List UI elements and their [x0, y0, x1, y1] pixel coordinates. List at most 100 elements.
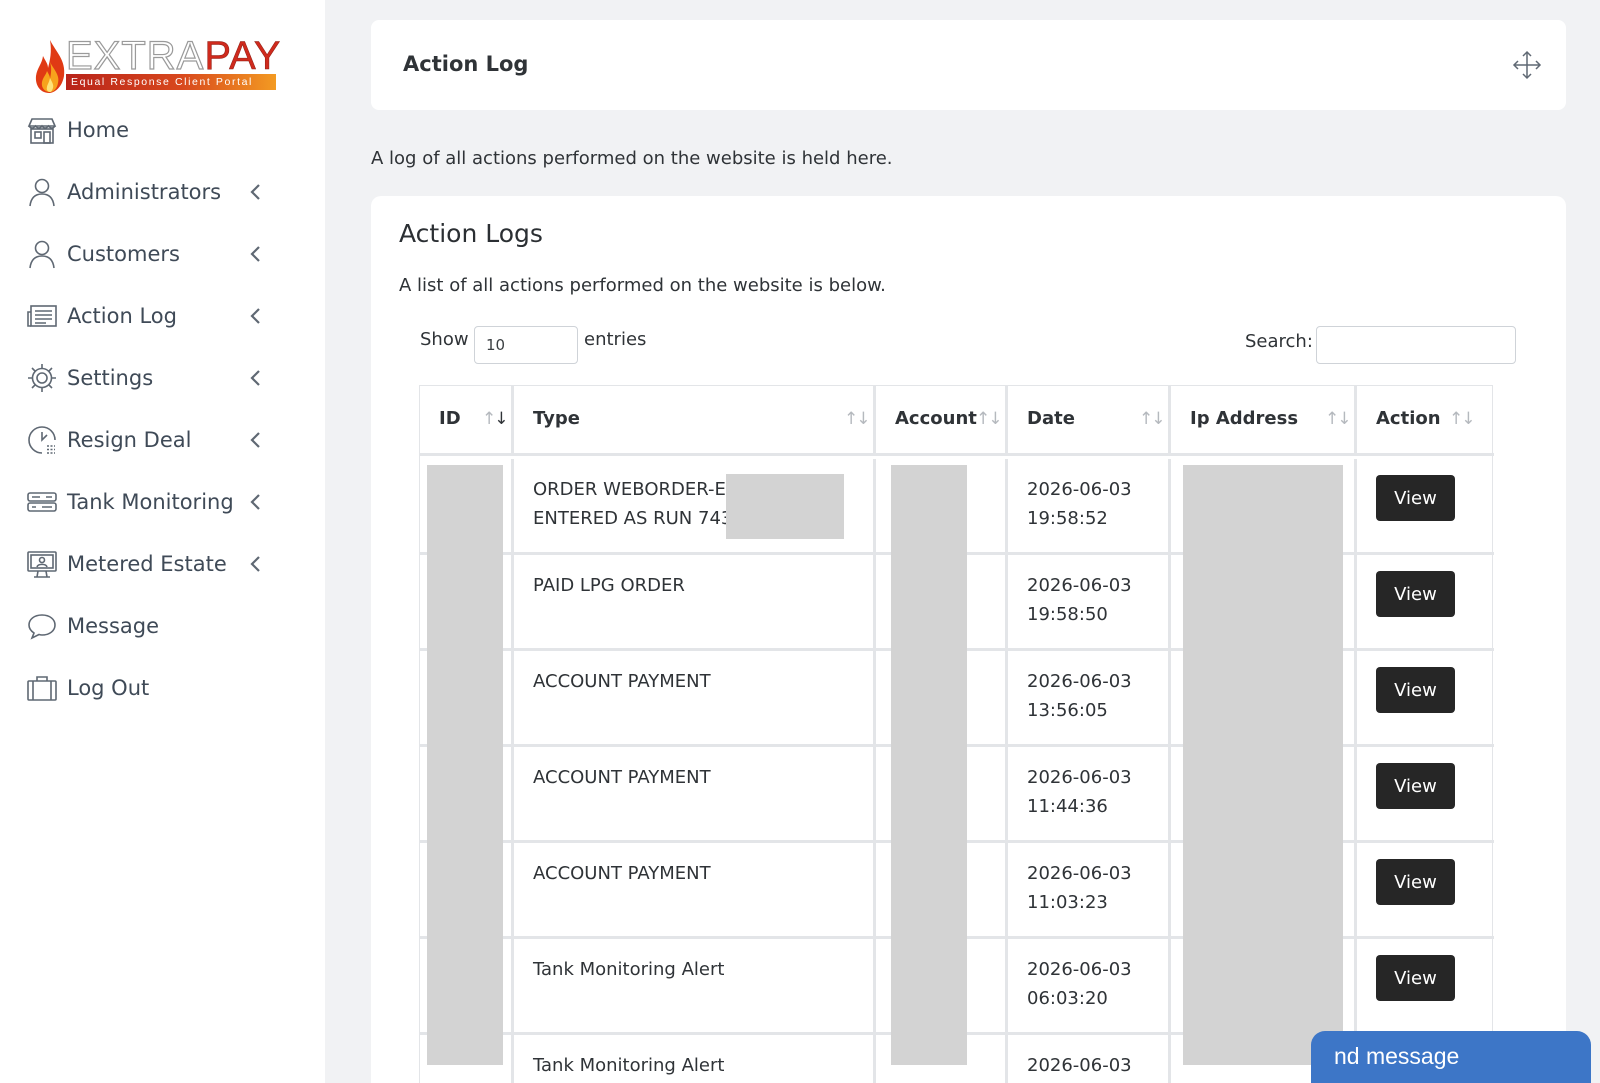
sidebar-item-label: Action Log: [67, 304, 177, 328]
sidebar-item-administrators[interactable]: Administrators: [0, 164, 325, 220]
tank-icon: [27, 492, 57, 512]
sidebar-item-label: Message: [67, 614, 160, 638]
date-value: 2026-06-03: [1027, 959, 1132, 980]
action-logs-panel: Action Logs A list of all actions perfor…: [371, 196, 1566, 1083]
sort-icon: ↑↓: [844, 409, 870, 429]
sidebar-item-label: Resign Deal: [67, 428, 192, 452]
view-button[interactable]: View: [1376, 859, 1455, 905]
cell-date: 2026-06-03 11:44:36: [1008, 747, 1171, 840]
type-text: ACCOUNT PAYMENT: [533, 859, 711, 888]
sidebar-item-label: Administrators: [67, 180, 222, 204]
view-button[interactable]: View: [1376, 667, 1455, 713]
column-header-date[interactable]: Date ↑↓: [1008, 386, 1171, 453]
type-line-1: Tank Monitoring Alert: [533, 959, 725, 980]
search-label: Search:: [1245, 331, 1313, 352]
cell-action: View: [1357, 651, 1494, 744]
monitor-icon: [27, 551, 57, 578]
send-message-button[interactable]: nd message: [1311, 1031, 1591, 1083]
sidebar-item-metered-estate[interactable]: Metered Estate: [0, 536, 325, 592]
redacted-order-number: [726, 474, 844, 539]
date-text: 2026-06-03: [1027, 1051, 1132, 1080]
page-title: Action Log: [403, 52, 529, 76]
sidebar-item-label: Home: [67, 118, 130, 142]
date-value: 2026-06-03: [1027, 863, 1132, 884]
view-button[interactable]: View: [1376, 571, 1455, 617]
type-line-1: PAID LPG ORDER: [533, 575, 685, 596]
panel-subtitle: A list of all actions performed on the w…: [399, 275, 886, 296]
date-value: 2026-06-03: [1027, 767, 1132, 788]
sidebar-item-settings[interactable]: Settings: [0, 350, 325, 406]
type-line-1: ACCOUNT PAYMENT: [533, 767, 711, 788]
sidebar-item-label: Settings: [67, 366, 154, 390]
user-icon: [29, 178, 55, 207]
sidebar-item-label: Tank Monitoring: [67, 490, 234, 514]
column-header-action[interactable]: Action ↑↓: [1357, 386, 1494, 453]
page-length-select[interactable]: [474, 326, 578, 364]
cell-action: View: [1357, 459, 1494, 552]
sidebar-item-label: Customers: [67, 242, 180, 266]
column-header-id[interactable]: ID ↑↓: [420, 386, 514, 453]
brand-logo[interactable]: EXTRAPAY Equal Response Client Portal: [32, 33, 281, 94]
chevron-left-icon: [250, 370, 260, 386]
action-logs-table: ID ↑↓ Type ↑↓ Account ↑↓ Date ↑↓ Ip Addr…: [419, 385, 1494, 1083]
date-value: 2026-06-03: [1027, 575, 1132, 596]
cell-type: PAID LPG ORDER: [514, 555, 876, 648]
sidebar-item-label: Metered Estate: [67, 552, 227, 576]
newspaper-icon: [27, 305, 57, 327]
sidebar-item-message[interactable]: Message: [0, 598, 325, 654]
sidebar-item-log-out[interactable]: Log Out: [0, 660, 325, 716]
cell-action: View: [1357, 843, 1494, 936]
column-header-ip-address[interactable]: Ip Address ↑↓: [1171, 386, 1357, 453]
search-input[interactable]: [1316, 326, 1516, 364]
type-line-2: ENTERED AS RUN 743: [533, 508, 733, 529]
sidebar-item-home[interactable]: Home: [0, 102, 325, 158]
gear-icon: [28, 364, 56, 392]
type-line-1: ORDER WEBORDER-E: [533, 479, 726, 500]
sort-icon: ↑↓: [1139, 409, 1165, 429]
view-button[interactable]: View: [1376, 955, 1455, 1001]
cell-date: 2026-06-03 13:56:05: [1008, 651, 1171, 744]
date-value: 2026-06-03: [1027, 671, 1132, 692]
date-value: 2026-06-03: [1027, 1055, 1132, 1076]
date-text: 2026-06-03 06:03:20: [1027, 955, 1132, 1013]
time-value: 19:58:52: [1027, 508, 1108, 529]
cell-type: Tank Monitoring Alert: [514, 1035, 876, 1083]
time-value: 13:56:05: [1027, 700, 1108, 721]
sort-icon: ↑↓: [1449, 409, 1475, 429]
briefcase-icon: [27, 676, 57, 701]
sidebar-item-tank-monitoring[interactable]: Tank Monitoring: [0, 474, 325, 530]
date-text: 2026-06-03 19:58:52: [1027, 475, 1132, 533]
date-text: 2026-06-03 11:44:36: [1027, 763, 1132, 821]
chevron-left-icon: [250, 494, 260, 510]
column-header-account[interactable]: Account ↑↓: [876, 386, 1008, 453]
view-button[interactable]: View: [1376, 763, 1455, 809]
column-header-type[interactable]: Type ↑↓: [514, 386, 876, 453]
page-header: Action Log: [371, 20, 1566, 110]
move-icon[interactable]: [1512, 50, 1542, 80]
cell-type: ACCOUNT PAYMENT: [514, 651, 876, 744]
logo-wordmark: EXTRAPAY: [65, 33, 282, 78]
table-header: ID ↑↓ Type ↑↓ Account ↑↓ Date ↑↓ Ip Addr…: [420, 386, 1494, 456]
type-line-1: Tank Monitoring Alert: [533, 1055, 725, 1076]
cell-type: ACCOUNT PAYMENT: [514, 843, 876, 936]
send-message-label: nd message: [1334, 1043, 1460, 1069]
sidebar-item-customers[interactable]: Customers: [0, 226, 325, 282]
sort-icon: ↑↓: [482, 409, 509, 429]
sidebar-item-action-log[interactable]: Action Log: [0, 288, 325, 344]
cell-type: ACCOUNT PAYMENT: [514, 747, 876, 840]
sidebar-item-label: Log Out: [67, 676, 150, 700]
cell-date: 2026-06-03 19:58:52: [1008, 459, 1171, 552]
redacted-ip-column: [1183, 465, 1343, 1065]
time-value: 06:03:20: [1027, 988, 1108, 1009]
type-text: PAID LPG ORDER: [533, 571, 685, 600]
flame-icon: [35, 40, 65, 93]
redacted-account-column: [891, 465, 967, 1065]
view-button[interactable]: View: [1376, 475, 1455, 521]
cell-action: View: [1357, 747, 1494, 840]
home-icon: [27, 118, 57, 144]
sidebar-item-resign-deal[interactable]: Resign Deal: [0, 412, 325, 468]
show-label: Show: [420, 329, 469, 350]
type-text: Tank Monitoring Alert: [533, 1051, 724, 1080]
time-value: 11:03:23: [1027, 892, 1108, 913]
type-line-1: ACCOUNT PAYMENT: [533, 863, 711, 884]
